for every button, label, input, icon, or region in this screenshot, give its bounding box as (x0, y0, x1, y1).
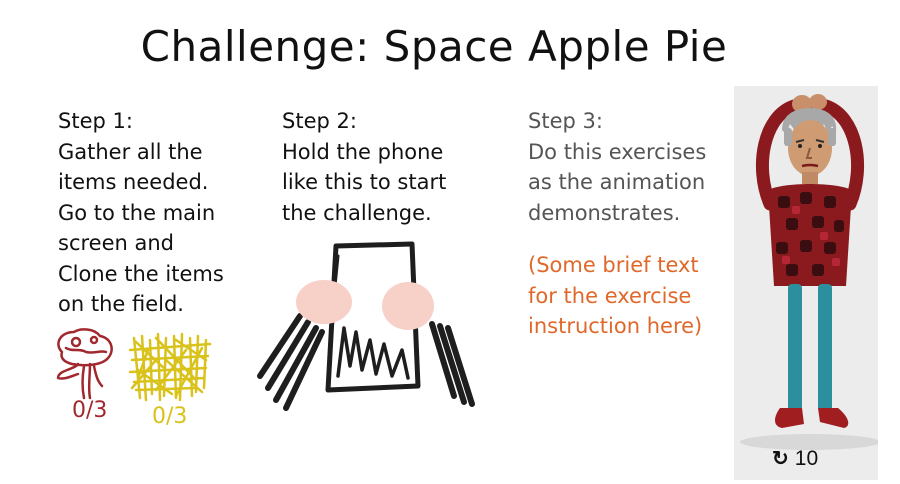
step-1-heading: Step 1: (58, 109, 133, 133)
exercise-animation[interactable] (734, 86, 880, 480)
page-title: Challenge: Space Apple Pie (140, 22, 728, 71)
step-2-line: the challenge. (282, 200, 432, 225)
step-1-line: Clone the items (58, 261, 224, 286)
step-3-instructions: Step 3: Do this exercises as the animati… (528, 106, 743, 342)
exercise-note-line: for the exercise (528, 283, 692, 308)
step-1-line: items needed. (58, 170, 209, 194)
step-1-line: on the field. (58, 292, 184, 316)
exercise-note-line: (Some brief text (528, 253, 699, 277)
exercise-note-line: instruction here) (528, 314, 703, 338)
step-1-line: Gather all the (58, 139, 203, 164)
step-3-line: demonstrates. (528, 200, 681, 225)
step-2-instructions: Step 2: Hold the phone like this to star… (282, 106, 502, 228)
step-1-line: screen and (58, 231, 174, 255)
loop-icon: ↻ (772, 448, 789, 470)
step-1-line: Go to the main (58, 200, 216, 225)
exercise-figure (740, 94, 880, 450)
hay-count: 0/3 (152, 404, 188, 429)
phone-holding-illustration (257, 241, 475, 411)
step-1-instructions: Step 1: Gather all the items needed. Go … (58, 106, 268, 320)
step-2-line: Hold the phone (282, 139, 444, 164)
loop-count: 10 (794, 447, 819, 470)
step-2-line: like this to start (282, 170, 447, 194)
step-2-heading: Step 2: (282, 109, 357, 133)
mushroom-icon (56, 328, 113, 400)
step-3-heading: Step 3: (528, 109, 603, 133)
step-3-line: Do this exercises (528, 139, 707, 164)
step-3-line: as the animation (528, 170, 706, 194)
loop-counter: ↻ 10 (772, 446, 818, 471)
hay-icon (128, 332, 212, 402)
mushroom-count: 0/3 (72, 398, 108, 423)
